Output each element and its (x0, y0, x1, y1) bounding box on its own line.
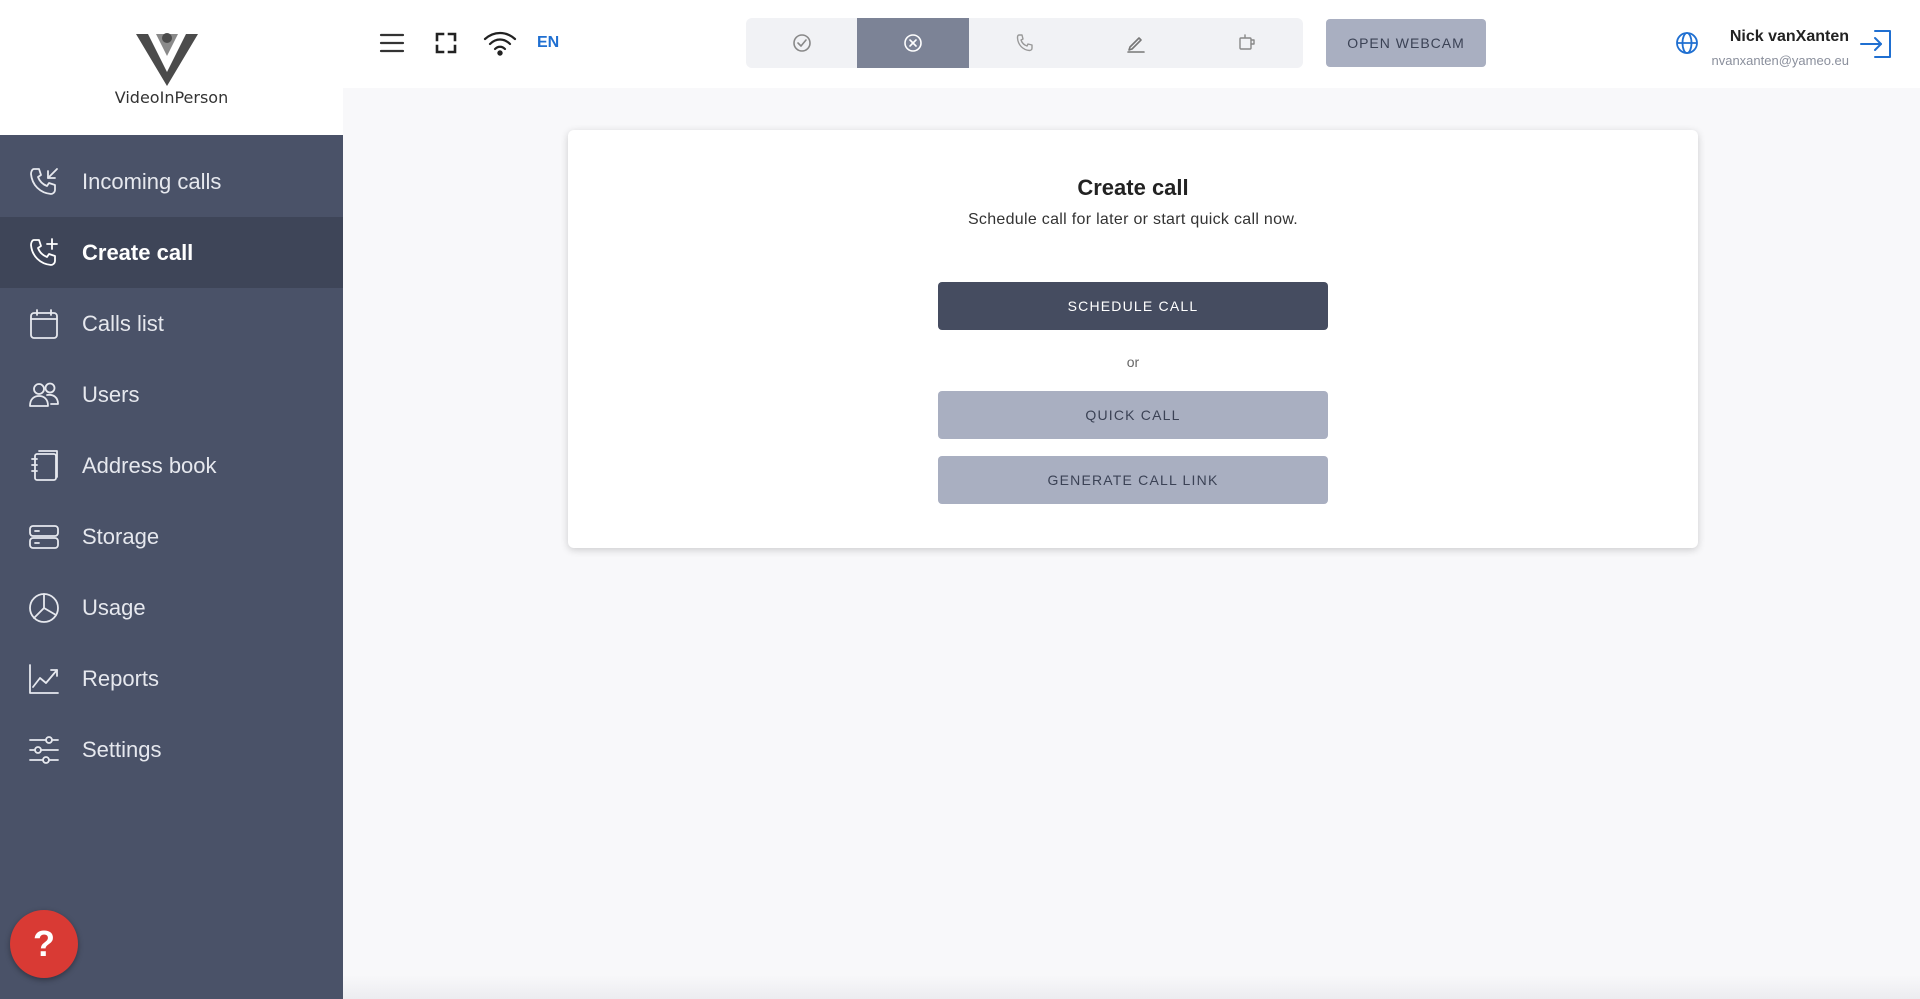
user-name: Nick vanXanten (1729, 28, 1849, 45)
sliders-icon (27, 733, 61, 767)
status-available-button[interactable] (746, 18, 857, 68)
status-unavailable-button[interactable] (857, 18, 969, 68)
sidebar-item-label: Settings (82, 736, 162, 762)
help-button[interactable]: ? (10, 910, 78, 978)
add-call-icon (27, 236, 61, 270)
sidebar-item-label: Storage (82, 523, 160, 549)
line-chart-icon (27, 662, 61, 696)
or-divider-text: or (1126, 354, 1140, 370)
x-circle-icon (904, 34, 922, 52)
user-email: nvanxanten@yameo.eu (1711, 53, 1849, 68)
fullscreen-icon[interactable] (429, 26, 463, 60)
sidebar-item-incoming-calls[interactable]: Incoming calls (0, 146, 343, 217)
sidebar-item-reports[interactable]: Reports (0, 643, 343, 714)
sidebar-item-label: Incoming calls (82, 168, 222, 194)
sidebar-item-settings[interactable]: Settings (0, 714, 343, 785)
storage-icon (27, 520, 61, 554)
schedule-call-button[interactable]: SCHEDULE CALL (938, 282, 1328, 330)
logo-text: VideoInPerson (114, 88, 229, 107)
page-subtitle: Schedule call for later or start quick c… (967, 211, 1299, 228)
logo-mark-icon (136, 33, 198, 86)
status-busy-button[interactable] (1080, 18, 1191, 68)
check-circle-icon (792, 34, 811, 52)
coffee-icon (1239, 34, 1256, 50)
sidebar-item-create-call[interactable]: Create call (0, 217, 343, 288)
create-call-card: Create call Schedule call for later or s… (568, 130, 1698, 548)
sidebar-item-storage[interactable]: Storage (0, 501, 343, 572)
users-icon (27, 378, 61, 412)
logout-icon[interactable] (1858, 27, 1894, 61)
incoming-call-icon (27, 165, 61, 199)
topbar: EN OPEN WEBCAM Nick vanXanten nvanxanten… (343, 0, 1920, 88)
pie-chart-icon (27, 591, 61, 625)
sidebar-item-label: Create call (82, 239, 194, 265)
sidebar-item-address-book[interactable]: Address book (0, 430, 343, 501)
pencil-icon (1127, 37, 1145, 53)
generate-call-link-button[interactable]: GENERATE CALL LINK (938, 456, 1328, 504)
sidebar-item-calls-list[interactable]: Calls list (0, 288, 343, 359)
sidebar-item-label: Address book (82, 452, 217, 478)
globe-icon[interactable] (1674, 30, 1700, 56)
quick-call-button[interactable]: QUICK CALL (938, 391, 1328, 439)
wifi-icon[interactable] (483, 26, 517, 60)
logo[interactable]: VideoInPerson (0, 0, 343, 135)
language-selector[interactable]: EN (537, 34, 559, 52)
hamburger-menu-icon[interactable] (375, 26, 409, 60)
sidebar-item-users[interactable]: Users (0, 359, 343, 430)
phone-icon (1016, 34, 1033, 52)
sidebar: VideoInPerson Incoming calls Create call (0, 0, 343, 999)
sidebar-item-label: Calls list (82, 310, 164, 336)
bottom-shadow (343, 975, 1920, 999)
page-title: Create call (1077, 175, 1189, 200)
sidebar-nav: Incoming calls Create call Calls list Us… (0, 146, 343, 785)
status-in-call-button[interactable] (969, 18, 1080, 68)
open-webcam-button[interactable]: OPEN WEBCAM (1326, 19, 1486, 67)
availability-status-group (746, 18, 1303, 68)
calendar-icon (27, 307, 61, 341)
sidebar-item-label: Usage (82, 594, 146, 620)
sidebar-item-usage[interactable]: Usage (0, 572, 343, 643)
address-book-icon (27, 449, 61, 483)
status-break-button[interactable] (1192, 18, 1303, 68)
sidebar-item-label: Users (82, 381, 140, 407)
sidebar-item-label: Reports (82, 665, 160, 691)
